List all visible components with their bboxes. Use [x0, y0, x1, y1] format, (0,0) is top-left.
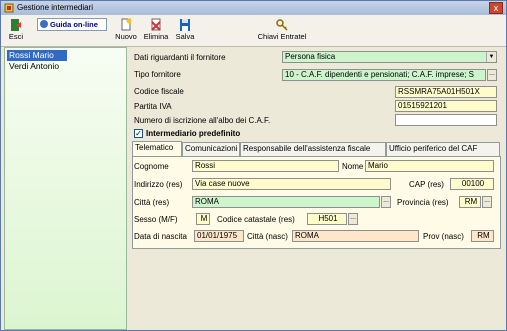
citta-nasc-label: Città (nasc) — [247, 232, 288, 241]
toolbar: Esci Guida on-line Nuovo Elimina Salva C… — [1, 15, 506, 47]
app-icon — [4, 3, 14, 13]
intermediario-predefinito-label: Intermediario predefinito — [146, 129, 241, 138]
tipo-fornitore-browse-button[interactable]: ... — [487, 69, 497, 81]
provincia-label: Provincia (res) — [397, 198, 449, 207]
list-item[interactable]: Verdi Antonio — [7, 61, 59, 72]
intermediario-predefinito-checkbox[interactable]: ✓ — [134, 129, 143, 138]
indirizzo-label: Indirizzo (res) — [134, 180, 183, 189]
guida-online-button[interactable]: Guida on-line — [37, 18, 107, 31]
citta-res-label: Città (res) — [134, 198, 170, 207]
cognome-field[interactable]: Rossi — [192, 160, 339, 172]
data-nascita-field[interactable]: 01/01/1975 — [194, 230, 244, 242]
title-bar: Gestione intermediari x — [1, 1, 506, 15]
numero-albo-field[interactable] — [395, 114, 497, 126]
floppy-disk-icon — [180, 19, 190, 31]
chiavi-entratel-button[interactable]: Chiavi Entratel — [254, 17, 310, 45]
prov-nasc-label: Prov (nasc) — [423, 232, 464, 241]
partita-iva-label: Partita IVA — [134, 102, 172, 111]
tab-ufficio-periferico[interactable]: Ufficio periferico del CAF — [386, 142, 500, 156]
dati-fornitore-label: Dati riguardanti il fornitore — [134, 53, 226, 62]
new-document-icon — [121, 18, 132, 31]
citta-res-browse-button[interactable]: ... — [381, 196, 391, 208]
intermediari-list: Rossi Mario Verdi Antonio — [4, 47, 127, 330]
prov-nasc-field[interactable]: RM — [471, 230, 494, 242]
chevron-down-icon[interactable]: ▼ — [486, 52, 496, 62]
salva-button[interactable]: Salva — [171, 17, 199, 45]
esci-button[interactable]: Esci — [4, 17, 28, 45]
exit-door-icon — [11, 19, 21, 31]
keys-icon — [276, 19, 288, 31]
close-button[interactable]: x — [489, 2, 503, 14]
citta-nasc-field[interactable]: ROMA — [292, 230, 419, 242]
chiavi-label: Chiavi Entratel — [257, 32, 307, 41]
form-empty-area — [132, 249, 501, 329]
indirizzo-field[interactable]: Via case nuove — [192, 178, 391, 190]
dati-fornitore-value: Persona fisica — [285, 52, 336, 61]
elimina-label: Elimina — [143, 32, 169, 41]
guida-label: Guida on-line — [50, 20, 98, 29]
numero-albo-label: Numero di iscrizione all'albo dei C.A.F. — [134, 116, 271, 125]
codice-catastale-label: Codice catastale (res) — [217, 215, 295, 224]
nuovo-label: Nuovo — [115, 32, 137, 41]
citta-res-field[interactable]: ROMA — [192, 196, 380, 208]
provincia-field[interactable]: RM — [459, 196, 481, 208]
elimina-button[interactable]: Elimina — [141, 17, 171, 45]
codice-catastale-browse-button[interactable]: ... — [348, 213, 358, 225]
help-globe-icon — [40, 20, 48, 28]
sesso-field[interactable]: M — [196, 213, 210, 225]
tab-responsabile[interactable]: Responsabile dell'assistenza fiscale — [240, 142, 386, 156]
list-item[interactable]: Rossi Mario — [7, 50, 67, 61]
nome-label: Nome — [342, 162, 364, 171]
window-title: Gestione intermediari — [17, 3, 94, 12]
dati-fornitore-select[interactable]: Persona fisica ▼ — [282, 51, 497, 63]
salva-label: Salva — [175, 32, 195, 41]
tipo-fornitore-label: Tipo fornitore — [134, 70, 181, 79]
tab-comunicazioni[interactable]: Comunicazioni — [182, 142, 240, 156]
delete-icon — [151, 18, 161, 31]
codice-fiscale-field[interactable]: RSSMRA75A01H501X — [395, 86, 497, 98]
cap-label: CAP (res) — [409, 180, 444, 189]
cognome-label: Cognome — [134, 162, 169, 171]
application-window: Gestione intermediari x Esci Guida on-li… — [0, 0, 507, 331]
partita-iva-field[interactable]: 01515921201 — [395, 100, 497, 112]
codice-fiscale-label: Codice fiscale — [134, 87, 184, 96]
nuovo-button[interactable]: Nuovo — [111, 17, 141, 45]
cap-field[interactable]: 00100 — [450, 178, 494, 190]
sesso-label: Sesso (M/F) — [134, 215, 178, 224]
nome-field[interactable]: Mario — [365, 160, 494, 172]
codice-catastale-field[interactable]: H501 — [307, 213, 347, 225]
tab-telematico[interactable]: Telematico — [132, 141, 182, 156]
data-nascita-label: Data di nascita — [134, 232, 187, 241]
esci-label: Esci — [8, 32, 24, 41]
tipo-fornitore-field[interactable]: 10 - C.A.F. dipendenti e pensionati; C.A… — [282, 69, 486, 81]
provincia-browse-button[interactable]: ... — [482, 196, 492, 208]
